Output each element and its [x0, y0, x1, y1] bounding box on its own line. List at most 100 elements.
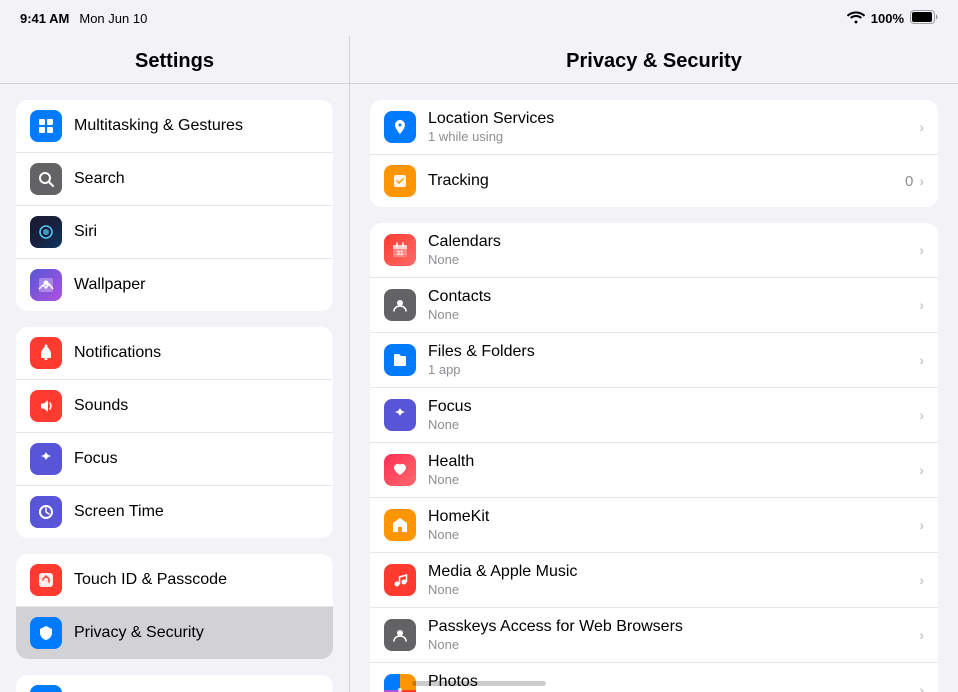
sidebar-item-multitasking[interactable]: Multitasking & Gestures: [16, 100, 333, 153]
homekit-text: HomeKit None: [428, 508, 919, 542]
photos-chevron: ›: [919, 682, 924, 692]
sidebar-item-notifications[interactable]: Notifications: [16, 327, 333, 380]
status-icons: 100%: [847, 10, 938, 27]
location-icon: [384, 111, 416, 143]
music-text: Media & Apple Music None: [428, 563, 919, 597]
right-item-health[interactable]: Health None ›: [370, 443, 938, 498]
siri-label: Siri: [74, 223, 97, 241]
right-item-passkeys[interactable]: Passkeys Access for Web Browsers None ›: [370, 608, 938, 663]
right-item-photos[interactable]: Photos None ›: [370, 663, 938, 692]
music-chevron: ›: [919, 572, 924, 588]
notifications-icon: [30, 337, 62, 369]
passkeys-icon: [384, 619, 416, 651]
right-item-tracking[interactable]: Tracking 0 ›: [370, 155, 938, 207]
tracking-icon: [384, 165, 416, 197]
tracking-chevron: ›: [919, 173, 924, 189]
sidebar: Settings Multitasking & Gestures: [0, 36, 350, 692]
screentime-label: Screen Time: [74, 503, 164, 521]
right-section-main: 31 Calendars None ›: [370, 223, 938, 692]
status-time: 9:41 AM: [20, 11, 69, 26]
svg-text:31: 31: [397, 251, 404, 257]
calendars-icon: 31: [384, 234, 416, 266]
wallpaper-icon: [30, 269, 62, 301]
focus-ri-icon: [384, 399, 416, 431]
music-icon: [384, 564, 416, 596]
files-icon: [384, 344, 416, 376]
battery-percent: 100%: [871, 11, 904, 26]
right-item-files[interactable]: Files & Folders 1 app ›: [370, 333, 938, 388]
right-content: Location Services 1 while using › Tracki…: [350, 84, 958, 692]
files-subtitle: 1 app: [428, 362, 919, 377]
sidebar-section-3: Touch ID & Passcode Privacy & Security: [16, 554, 333, 659]
focus-ri-title: Focus: [428, 398, 919, 416]
notifications-label: Notifications: [74, 344, 161, 362]
files-text: Files & Folders 1 app: [428, 343, 919, 377]
sidebar-section-2: Notifications Sounds: [16, 327, 333, 538]
contacts-title: Contacts: [428, 288, 919, 306]
search-label: Search: [74, 170, 125, 188]
sidebar-item-focus[interactable]: Focus: [16, 433, 333, 486]
health-title: Health: [428, 453, 919, 471]
passkeys-subtitle: None: [428, 637, 919, 652]
calendars-chevron: ›: [919, 242, 924, 258]
health-icon: [384, 454, 416, 486]
sidebar-item-wallpaper[interactable]: Wallpaper: [16, 259, 333, 311]
passkeys-text: Passkeys Access for Web Browsers None: [428, 618, 919, 652]
sidebar-item-touchid[interactable]: Touch ID & Passcode: [16, 554, 333, 607]
status-date: Mon Jun 10: [79, 11, 147, 26]
sidebar-item-sounds[interactable]: Sounds: [16, 380, 333, 433]
multitasking-icon: [30, 110, 62, 142]
right-item-music[interactable]: Media & Apple Music None ›: [370, 553, 938, 608]
homekit-chevron: ›: [919, 517, 924, 533]
right-item-focus[interactable]: Focus None ›: [370, 388, 938, 443]
sidebar-section-4: App Store Game Center: [16, 675, 333, 692]
contacts-subtitle: None: [428, 307, 919, 322]
tracking-detail: 0: [905, 173, 913, 190]
siri-icon: [30, 216, 62, 248]
focus-ri-chevron: ›: [919, 407, 924, 423]
calendars-title: Calendars: [428, 233, 919, 251]
sidebar-title: Settings: [0, 36, 349, 84]
sidebar-section-1: Multitasking & Gestures Search: [16, 100, 333, 311]
main-container: Settings Multitasking & Gestures: [0, 36, 958, 692]
passkeys-chevron: ›: [919, 627, 924, 643]
files-chevron: ›: [919, 352, 924, 368]
music-title: Media & Apple Music: [428, 563, 919, 581]
home-indicator: [412, 681, 546, 686]
wallpaper-label: Wallpaper: [74, 276, 145, 294]
location-subtitle: 1 while using: [428, 129, 919, 144]
sidebar-item-siri[interactable]: Siri: [16, 206, 333, 259]
screentime-icon: [30, 496, 62, 528]
sidebar-item-privacy[interactable]: Privacy & Security: [16, 607, 333, 659]
contacts-icon: [384, 289, 416, 321]
homekit-title: HomeKit: [428, 508, 919, 526]
homekit-icon: [384, 509, 416, 541]
health-chevron: ›: [919, 462, 924, 478]
touchid-icon: [30, 564, 62, 596]
health-text: Health None: [428, 453, 919, 487]
sidebar-item-appstore[interactable]: App Store: [16, 675, 333, 692]
music-subtitle: None: [428, 582, 919, 597]
right-item-calendars[interactable]: 31 Calendars None ›: [370, 223, 938, 278]
wifi-icon: [847, 10, 865, 27]
sidebar-item-search[interactable]: Search: [16, 153, 333, 206]
right-item-homekit[interactable]: HomeKit None ›: [370, 498, 938, 553]
contacts-text: Contacts None: [428, 288, 919, 322]
privacy-icon: [30, 617, 62, 649]
touchid-label: Touch ID & Passcode: [74, 571, 227, 589]
focus-ri-subtitle: None: [428, 417, 919, 432]
health-subtitle: None: [428, 472, 919, 487]
calendars-text: Calendars None: [428, 233, 919, 267]
contacts-chevron: ›: [919, 297, 924, 313]
privacy-label: Privacy & Security: [74, 624, 204, 642]
tracking-title: Tracking: [428, 172, 905, 190]
right-item-location[interactable]: Location Services 1 while using ›: [370, 100, 938, 155]
sidebar-item-screentime[interactable]: Screen Time: [16, 486, 333, 538]
sounds-label: Sounds: [74, 397, 128, 415]
search-icon: [30, 163, 62, 195]
right-item-contacts[interactable]: Contacts None ›: [370, 278, 938, 333]
homekit-subtitle: None: [428, 527, 919, 542]
multitasking-label: Multitasking & Gestures: [74, 117, 243, 135]
location-title: Location Services: [428, 110, 919, 128]
focus-label: Focus: [74, 450, 118, 468]
